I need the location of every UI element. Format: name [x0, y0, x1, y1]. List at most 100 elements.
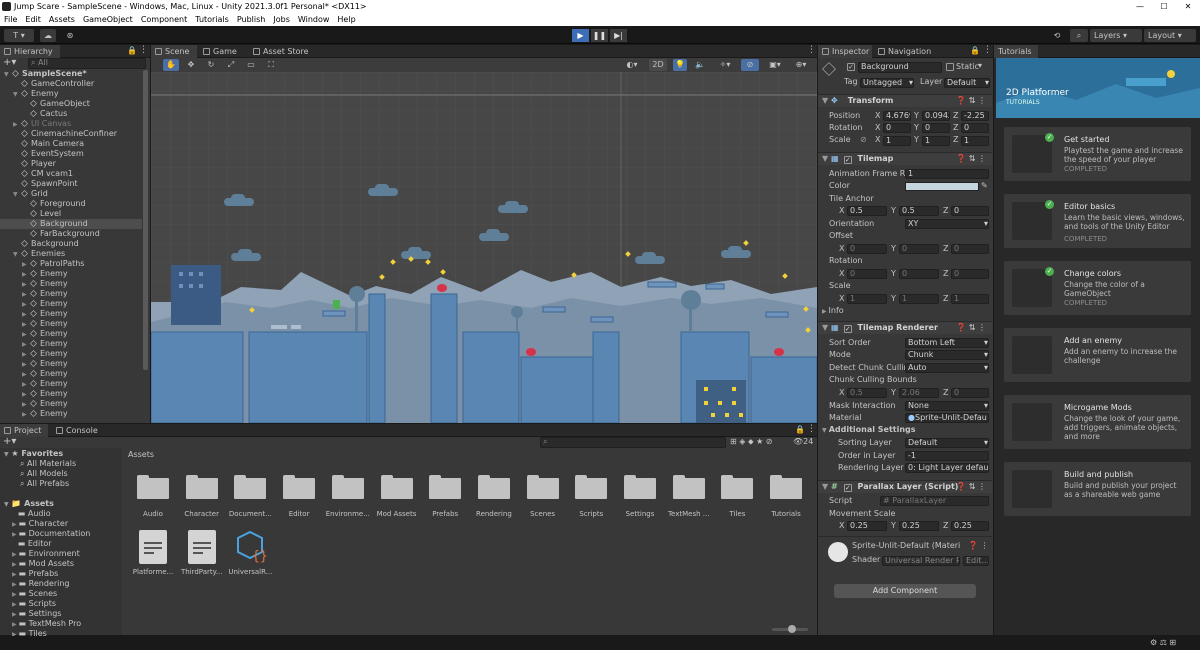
folder-icon[interactable] — [185, 475, 218, 499]
camera-icon[interactable]: ▣▾ — [765, 59, 785, 71]
movement-x-field[interactable]: 0.25 — [847, 521, 887, 531]
hierarchy-item[interactable]: ▼ Grid — [0, 189, 142, 199]
folder-icon[interactable] — [429, 475, 462, 499]
hierarchy-item[interactable]: ▶ Enemy — [0, 269, 142, 279]
folder-icon[interactable] — [575, 475, 608, 499]
collab-icon[interactable]: ⊛ — [62, 29, 78, 42]
favorite-item[interactable]: ⌕ All Prefabs — [20, 479, 69, 489]
hierarchy-item[interactable]: ▶ Enemy — [0, 359, 142, 369]
orientation-dropdown[interactable]: XY ▾ — [905, 219, 989, 229]
hierarchy-item[interactable]: GameController — [0, 79, 142, 89]
static-dropdown-icon[interactable]: ▾ — [978, 61, 982, 71]
hierarchy-item[interactable]: ▶ Enemy — [0, 299, 142, 309]
hierarchy-item[interactable]: ▶ Enemy — [0, 319, 142, 329]
layout-dropdown[interactable]: Layout ▾ — [1144, 29, 1196, 42]
lock-icon[interactable]: 🔒 — [795, 425, 805, 434]
more-icon[interactable]: ⋮ — [807, 45, 816, 55]
hierarchy-item[interactable]: ▼ SampleScene* — [0, 69, 142, 79]
tab-asset-store[interactable]: Asset Store — [249, 45, 315, 58]
hierarchy-item[interactable]: ▶ Enemy — [0, 379, 142, 389]
folder-icon[interactable] — [380, 475, 413, 499]
hierarchy-search-input[interactable]: ⌕ All — [28, 58, 146, 69]
hierarchy-item[interactable]: ▼ Enemies — [0, 249, 142, 259]
position-z-field[interactable]: -2.25 — [961, 111, 989, 121]
hierarchy-item[interactable]: ▶ Enemy — [0, 349, 142, 359]
menu-help[interactable]: Help — [333, 13, 359, 26]
additional-settings-foldout[interactable]: ▼ Additional Settings — [822, 425, 916, 436]
hierarchy-item[interactable]: ▶ Enemy — [0, 389, 142, 399]
rendering-layer-dropdown[interactable]: 0: Light Layer default — [905, 463, 989, 473]
anchor-x-field[interactable]: 0.5 — [847, 206, 887, 216]
pipeline-asset-icon[interactable]: {} — [236, 530, 268, 564]
lighting-icon[interactable]: 💡 — [673, 59, 687, 71]
hierarchy-item[interactable]: GameObject — [0, 99, 142, 109]
menu-assets[interactable]: Assets — [45, 13, 79, 26]
color-swatch[interactable] — [905, 182, 979, 191]
step-button[interactable]: ▶| — [610, 29, 627, 42]
movement-z-field[interactable]: 0.25 — [951, 521, 989, 531]
layers-dropdown[interactable]: Layers ▾ — [1090, 29, 1142, 42]
tutorial-card[interactable]: Build and publish Build and publish your … — [1004, 462, 1191, 516]
history-icon[interactable]: ⟲ — [1048, 29, 1066, 42]
anchor-z-field[interactable]: 0 — [951, 206, 989, 216]
move-tool-icon[interactable]: ✥ — [183, 59, 199, 71]
favorite-item[interactable]: ⌕ All Materials — [20, 459, 76, 469]
favorite-item[interactable]: ⌕ All Models — [20, 469, 68, 479]
lock-icon[interactable]: 🔒 — [970, 46, 980, 55]
hierarchy-item[interactable]: ▶ Enemy — [0, 369, 142, 379]
hierarchy-item[interactable]: SpawnPoint — [0, 179, 142, 189]
hierarchy-item[interactable]: CinemachineConfiner — [0, 129, 142, 139]
tab-game[interactable]: Game — [199, 45, 245, 58]
hand-tool-icon[interactable]: ✋ — [163, 59, 179, 71]
parallax-header[interactable]: ▼ # ✓ Parallax Layer (Script) ❓ ⇅ ⋮ — [818, 480, 992, 493]
draw-mode-icon[interactable]: ◐▾ — [621, 59, 643, 71]
project-create-button[interactable]: +▾ — [3, 437, 16, 447]
rotation-x-field[interactable]: 0 — [883, 123, 911, 133]
hierarchy-item[interactable]: ▼ Enemy — [0, 89, 142, 99]
sorting-layer-dropdown[interactable]: Default ▾ — [905, 438, 989, 448]
tag-dropdown[interactable]: Untagged ▾ — [860, 78, 914, 88]
order-in-layer-field[interactable]: -1 — [905, 451, 989, 461]
scale-tool-icon[interactable]: ⤢ — [223, 59, 239, 71]
position-y-field[interactable]: 0.0942 — [922, 111, 950, 121]
folder-icon[interactable] — [624, 475, 656, 499]
hierarchy-item[interactable]: EventSystem — [0, 149, 142, 159]
menu-edit[interactable]: Edit — [21, 13, 45, 26]
create-button[interactable]: +▾ — [3, 58, 16, 68]
hierarchy-item[interactable]: FarBackground — [0, 229, 142, 239]
menu-file[interactable]: File — [0, 13, 21, 26]
rotation-y-field[interactable]: 0 — [922, 123, 950, 133]
object-name-input[interactable]: Background — [858, 62, 942, 73]
hierarchy-item[interactable]: ▶ PatrolPaths — [0, 259, 142, 269]
hierarchy-scrollbar[interactable] — [143, 70, 148, 370]
hidden-packages-count[interactable]: 👁24 — [793, 437, 813, 447]
hierarchy-item[interactable]: CM vcam1 — [0, 169, 142, 179]
folder-icon[interactable] — [477, 475, 510, 499]
more-icon[interactable]: ⋮ — [807, 424, 816, 434]
scale-z-field[interactable]: 1 — [961, 136, 989, 146]
scene-view[interactable] — [151, 72, 817, 423]
shader-dropdown[interactable]: Universal Render P▾ — [882, 556, 960, 566]
hierarchy-item[interactable]: ▶ Enemy — [0, 329, 142, 339]
cloud-icon[interactable]: ☁ — [40, 29, 56, 42]
tab-tutorials[interactable]: Tutorials — [994, 45, 1038, 58]
folder-icon[interactable] — [672, 475, 705, 499]
status-icons[interactable]: ⚙ ⚖ ⊞ — [1150, 638, 1176, 648]
folder-icon[interactable] — [137, 475, 169, 499]
tutorial-card[interactable]: Add an enemy Add an enemy to increase the… — [1004, 328, 1191, 382]
frame-rate-field[interactable]: 1 — [905, 169, 989, 179]
folder-icon[interactable] — [283, 475, 316, 499]
material-menu-icon[interactable]: ❓ ⋮ — [968, 541, 989, 551]
gizmos-icon[interactable]: ⊕▾ — [791, 59, 811, 71]
folder-icon[interactable] — [234, 475, 267, 499]
audio-icon[interactable]: 🔈 — [693, 59, 707, 71]
constrain-link-icon[interactable]: ⊘ — [860, 135, 867, 145]
anchor-y-field[interactable]: 0.5 — [899, 206, 939, 216]
minimize-button[interactable]: — — [1128, 0, 1152, 13]
play-button[interactable]: ▶ — [572, 29, 589, 42]
tutorial-card[interactable]: ✓ Get started Playtest the game and increa… — [1004, 127, 1191, 181]
folder-icon[interactable] — [770, 475, 803, 499]
icon-size-slider[interactable] — [772, 625, 808, 633]
hierarchy-item[interactable]: Player — [0, 159, 142, 169]
2d-toggle[interactable]: 2D — [649, 59, 667, 71]
